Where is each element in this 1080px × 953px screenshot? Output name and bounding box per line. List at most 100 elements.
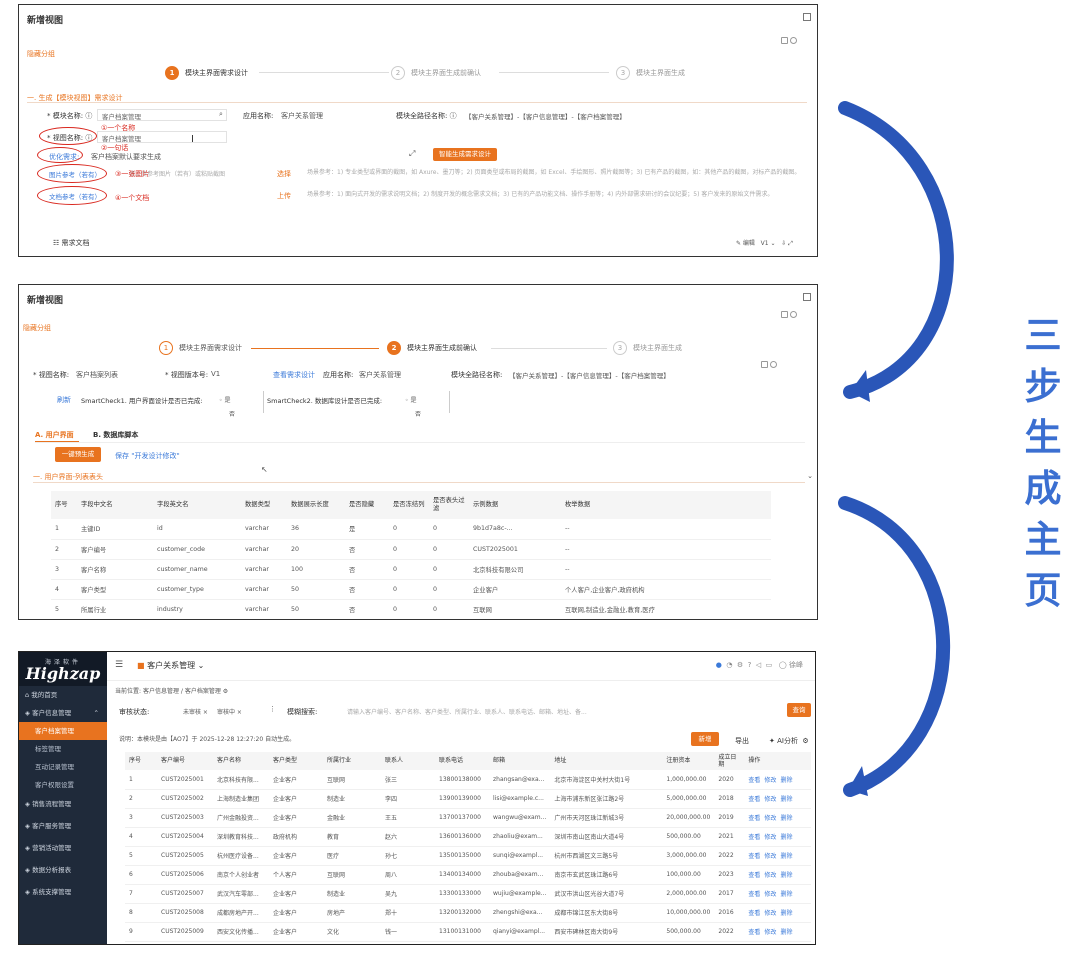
view-link[interactable]: 查看: [748, 891, 760, 898]
header-icons[interactable]: ● ◔ ⚙ ? ◁ ▭ ◯ 徐峰: [716, 660, 803, 670]
menu-item-sales[interactable]: ◈ 销售流程管理: [19, 795, 107, 813]
menu-item-service[interactable]: ◈ 客户服务管理: [19, 817, 107, 835]
query-button[interactable]: 查询: [787, 703, 811, 717]
edit-link[interactable]: 修改: [764, 872, 776, 879]
delete-link[interactable]: 删除: [780, 796, 792, 803]
menu-item-system[interactable]: ◈ 系统支撑管理: [19, 883, 107, 901]
step-2[interactable]: 2 模块主界面生成前确认: [387, 341, 477, 355]
table-row[interactable]: 3 CUST2025003 广州金融投资... 企业客户 金融业 王五 1370013700…: [125, 808, 811, 828]
edit-link[interactable]: 修改: [764, 796, 776, 803]
edit-link[interactable]: 修改: [764, 834, 776, 841]
tab-database-script[interactable]: B. 数据库脚本: [93, 430, 138, 440]
step-1[interactable]: 1 模块主界面需求设计: [165, 66, 248, 80]
edit-link[interactable]: 修改: [764, 777, 776, 784]
menu-item-tags[interactable]: 标签管理: [19, 740, 107, 758]
step-1[interactable]: 1 模块主界面需求设计: [159, 341, 242, 355]
upload-link[interactable]: 上传: [277, 191, 291, 201]
expand-icon[interactable]: ⤢: [409, 149, 415, 159]
maximize-icon[interactable]: [803, 13, 811, 21]
add-button[interactable]: 新增: [691, 732, 719, 746]
module-name-input[interactable]: 客户档案管理: [97, 109, 227, 121]
view-link[interactable]: 查看: [748, 872, 760, 879]
delete-link[interactable]: 删除: [780, 834, 792, 841]
menu-item-customer-info[interactable]: ◈ 客户信息管理 ⌃: [19, 704, 107, 722]
edit-link[interactable]: 修改: [764, 929, 776, 936]
view-link[interactable]: 查看: [748, 777, 760, 784]
menu-item-permissions[interactable]: 客户权限设置: [19, 776, 107, 794]
menu-item-customer-archive[interactable]: 客户档案管理: [19, 722, 107, 740]
refresh-link[interactable]: 刷新: [57, 395, 71, 405]
save-design-link[interactable]: 保存 "开发设计修改": [115, 451, 180, 461]
toolbar-icons[interactable]: [780, 37, 797, 46]
view-requirement-link[interactable]: 查看需求设计: [273, 370, 315, 380]
table-row[interactable]: 4 CUST2025004 深圳教育科技... 政府机构 教育 赵六 13600136000…: [125, 827, 811, 847]
audit-option-1[interactable]: 未审核 ×: [183, 707, 208, 716]
export-button[interactable]: 导出: [735, 736, 749, 746]
check2-yes[interactable]: ◦ 是: [405, 395, 416, 404]
select-link[interactable]: 选择: [277, 169, 291, 179]
more-icon[interactable]: ⋮: [269, 705, 276, 713]
menu-item-reports[interactable]: ◈ 数据分析报表: [19, 861, 107, 879]
menu-item-interactions[interactable]: 互动记录管理: [19, 758, 107, 776]
step-3[interactable]: 3 模块主界面生成: [613, 341, 682, 355]
menu-item-marketing[interactable]: ◈ 营销活动管理: [19, 839, 107, 857]
view-link[interactable]: 查看: [748, 834, 760, 841]
gear-icon[interactable]: [770, 361, 777, 368]
edit-link[interactable]: 修改: [764, 853, 776, 860]
table-row[interactable]: 7 CUST2025007 武汉汽车零部... 企业客户 制造业 吴九 1330013300…: [125, 884, 811, 904]
table-row[interactable]: 10CUST2025010长沙物流运输...企业客户物流孙二1300013000…: [125, 941, 811, 944]
table-row[interactable]: 5 CUST2025005 杭州医疗设备... 企业客户 医疗 孙七 13500135000…: [125, 846, 811, 866]
save-icon[interactable]: [760, 361, 768, 368]
table-row[interactable]: 8 CUST2025008 成都房地产开... 企业客户 房地产 郑十 1320013200…: [125, 903, 811, 923]
view-link[interactable]: 查看: [748, 853, 760, 860]
gear-icon[interactable]: [790, 311, 797, 318]
generate-design-button[interactable]: 智能生成需求设计: [433, 148, 497, 161]
delete-link[interactable]: 删除: [780, 891, 792, 898]
view-link[interactable]: 查看: [748, 796, 760, 803]
delete-link[interactable]: 删除: [780, 777, 792, 784]
delete-link[interactable]: 删除: [780, 853, 792, 860]
table-row[interactable]: 2 CUST2025002 上海制造业集团 企业客户 制造业 李四 13900139000 l…: [125, 789, 811, 809]
save-icon[interactable]: [780, 311, 788, 318]
menu-item-home[interactable]: ⌂ 我的首页: [19, 686, 107, 704]
view-link[interactable]: 查看: [748, 815, 760, 822]
maximize-icon[interactable]: [803, 293, 811, 301]
ai-analysis-button[interactable]: ✦ AI分析 ⚙: [769, 736, 809, 746]
gear-icon[interactable]: [790, 37, 797, 44]
step-3[interactable]: 3 模块主界面生成: [616, 66, 685, 80]
toolbar-icons-2[interactable]: [760, 361, 777, 370]
hide-group-link[interactable]: 隐藏分组: [23, 323, 51, 333]
table-row[interactable]: 4 客户类型 customer_type varchar 50 否 0 0 企业客户 个人客户,企…: [51, 579, 771, 600]
toolbar-icons[interactable]: [780, 311, 797, 320]
delete-link[interactable]: 删除: [780, 910, 792, 917]
check1-yes[interactable]: ◦ 是: [219, 395, 230, 404]
hide-group-link[interactable]: 隐藏分组: [27, 49, 55, 59]
search-input[interactable]: 请输入客户编号、客户名称、客户类型、所属行业、联系人、联系电话、邮箱、地址、备.…: [347, 707, 587, 716]
doc-toolbar[interactable]: ✎ 编辑 V1 ⌄ ⇩ ⤢: [736, 238, 793, 248]
delete-link[interactable]: 删除: [780, 872, 792, 879]
edit-link[interactable]: 修改: [764, 910, 776, 917]
check1-no[interactable]: 否: [229, 409, 235, 418]
app-title[interactable]: ■ 客户关系管理 ⌄: [137, 660, 204, 671]
view-link[interactable]: 查看: [748, 929, 760, 936]
table-row[interactable]: 1 主键ID id varchar 36 是 0 0 9b1d7a8c-... --: [51, 519, 771, 540]
delete-link[interactable]: 删除: [780, 815, 792, 822]
edit-link[interactable]: 修改: [764, 815, 776, 822]
table-row[interactable]: 5 所属行业 industry varchar 50 否 0 0 互联网 互联网,制造业,金融业,…: [51, 599, 771, 619]
table-row[interactable]: 1 CUST2025001 北京科技有限... 企业客户 互联网 张三 1380013800…: [125, 770, 811, 790]
tab-user-interface[interactable]: A. 用户界面: [35, 430, 74, 440]
table-row[interactable]: 2 客户编号 customer_code varchar 20 否 0 0 CUST202500…: [51, 539, 771, 560]
pre-generate-button[interactable]: 一键预生成: [55, 447, 101, 462]
collapse-icon[interactable]: ⌄: [807, 472, 813, 480]
check2-no[interactable]: 否: [415, 409, 421, 418]
audit-option-2[interactable]: 审核中 ×: [217, 707, 242, 716]
table-row[interactable]: 9 CUST2025009 西安文化传播... 企业客户 文化 钱一 13100131000…: [125, 922, 811, 942]
table-row[interactable]: 6 CUST2025006 南京个人创业者 个人客户 互联网 周八 13400134000 z…: [125, 865, 811, 885]
menu-toggle-icon[interactable]: ☰: [115, 660, 123, 670]
save-icon[interactable]: [780, 37, 788, 44]
view-link[interactable]: 查看: [748, 910, 760, 917]
search-icon[interactable]: ⌕: [219, 110, 223, 119]
edit-link[interactable]: 修改: [764, 891, 776, 898]
step-2[interactable]: 2 模块主界面生成前确认: [391, 66, 481, 80]
table-row[interactable]: 3 客户名称 customer_name varchar 100 否 0 0 北京科技有限公司 -…: [51, 559, 771, 580]
